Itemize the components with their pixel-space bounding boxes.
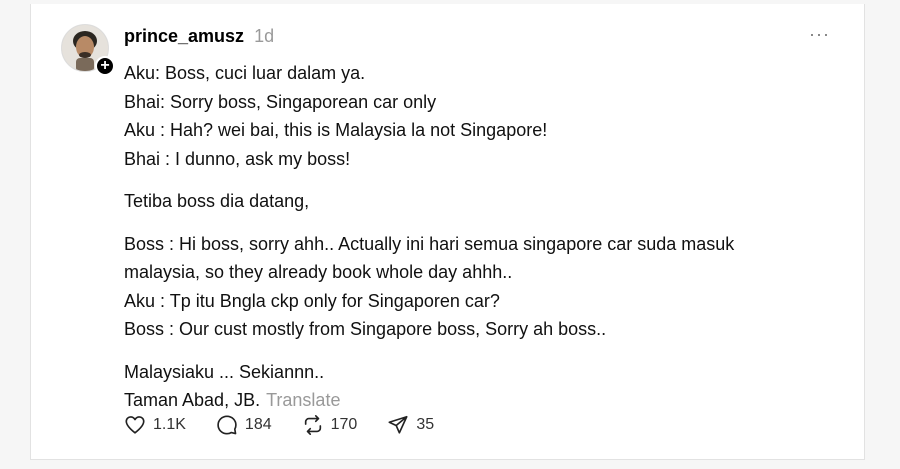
text-line: malaysia, so they already book whole day… [124, 262, 513, 282]
paragraph-closing: Malaysiaku ... Sekiannn.. Taman Abad, JB… [124, 358, 824, 415]
paragraph-narration: Tetiba boss dia datang, [124, 187, 824, 216]
reply-count: 184 [244, 416, 272, 433]
comment-icon [217, 415, 237, 435]
share-button[interactable]: 35 [387, 414, 434, 436]
text-line: Tetiba boss dia datang, [124, 191, 310, 211]
share-count: 35 [416, 416, 435, 433]
send-icon [388, 415, 408, 434]
text-line: Bhai: Sorry boss, Singaporean car only [124, 91, 437, 112]
paragraph-dialogue-1: Aku: Boss, cuci luar dalam ya. Bhai: Sor… [124, 59, 824, 173]
follow-badge-label: + [100, 57, 110, 74]
repost-button[interactable]: 170 [302, 414, 358, 436]
reply-button[interactable]: 184 [216, 414, 272, 436]
like-button[interactable]: 1.1K [124, 414, 186, 436]
post-header: prince_amusz 1d [124, 26, 274, 47]
text-line: Boss : Hi boss, sorry ahh.. Actually ini… [124, 233, 735, 254]
repost-icon [304, 415, 321, 435]
follow-plus-icon[interactable]: + [95, 56, 115, 76]
text-line-location: Taman Abad, JB. Translate [124, 386, 824, 415]
action-bar: 1.1K 184 170 35 [124, 414, 434, 436]
translate-link[interactable]: Translate [266, 390, 340, 410]
more-options-icon[interactable]: ··· [809, 24, 830, 45]
paragraph-dialogue-2: Boss : Hi boss, sorry ahh.. Actually ini… [124, 230, 824, 344]
location-text: Taman Abad, JB. [124, 390, 261, 410]
text-line: Bhai : I dunno, ask my boss! [124, 148, 351, 169]
heart-icon [125, 416, 145, 434]
username-link[interactable]: prince_amusz [124, 26, 244, 47]
text-line: Aku: Boss, cuci luar dalam ya. [124, 63, 366, 83]
more-options-label: ··· [809, 24, 830, 44]
post-card: + prince_amusz 1d ··· Aku: Boss, cuci lu… [30, 4, 865, 460]
text-line: Aku : Hah? wei bai, this is Malaysia la … [124, 120, 548, 140]
text-line: Malaysiaku ... Sekiannn.. [124, 361, 325, 382]
text-line: Boss : Our cust mostly from Singapore bo… [124, 319, 607, 339]
repost-count: 170 [330, 416, 358, 433]
like-count: 1.1K [153, 416, 186, 433]
post-time[interactable]: 1d [254, 26, 274, 47]
post-text: Aku: Boss, cuci luar dalam ya. Bhai: Sor… [124, 59, 824, 429]
avatar-container[interactable]: + [61, 24, 115, 76]
text-line: Aku : Tp itu Bngla ckp only for Singapor… [124, 290, 500, 311]
